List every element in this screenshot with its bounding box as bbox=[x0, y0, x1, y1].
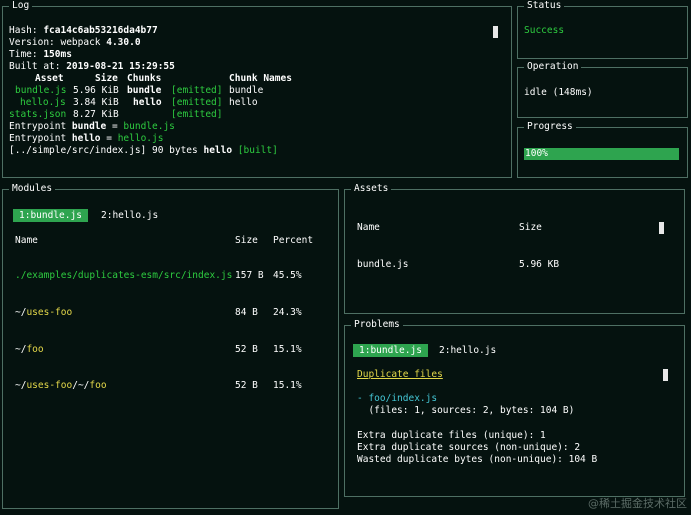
progress-label: 100% bbox=[525, 148, 548, 159]
problems-tab-hello[interactable]: 2:hello.js bbox=[439, 344, 496, 357]
log-built-value: 2019-08-21 15:29:55 bbox=[66, 61, 175, 72]
log-asset-size: 5.96 KiB bbox=[73, 85, 119, 96]
log-asset-name: stats.json bbox=[9, 109, 67, 120]
module-name: ~/uses-foo/~/foo bbox=[15, 380, 107, 391]
problems-summary-line: Extra duplicate sources (non-unique): 2 bbox=[357, 442, 581, 453]
progress-panel: Progress 100% bbox=[517, 121, 688, 178]
problems-scrollbar[interactable] bbox=[663, 369, 668, 381]
log-asset-size: 8.27 KiB bbox=[73, 109, 119, 120]
watermark: @稀土掘金技术社区 bbox=[588, 497, 687, 510]
log-header-chunks: Chunks bbox=[127, 73, 162, 84]
log-asset-size: 3.84 KiB bbox=[73, 97, 119, 108]
log-asset-chunk-names: bundle bbox=[229, 85, 264, 96]
operation-value: idle (148ms) bbox=[524, 87, 593, 98]
modules-header-size: Size bbox=[235, 235, 258, 246]
problems-panel-title: Problems bbox=[351, 319, 403, 331]
log-time-value: 150ms bbox=[43, 49, 72, 60]
module-percent: 45.5% bbox=[273, 270, 302, 281]
progress-panel-title: Progress bbox=[524, 121, 576, 133]
log-module-line: [../simple/src/index.js] 90 bytes hello … bbox=[9, 145, 278, 156]
modules-tab-hello[interactable]: 2:hello.js bbox=[101, 209, 158, 222]
module-name: ~/foo bbox=[15, 344, 44, 355]
module-percent: 15.1% bbox=[273, 344, 302, 355]
problems-heading: Duplicate files bbox=[357, 369, 443, 380]
problems-item-detail: (files: 1, sources: 2, bytes: 104 B) bbox=[357, 405, 575, 416]
assets-panel-title: Assets bbox=[351, 183, 392, 195]
status-panel: Status Success bbox=[517, 0, 688, 59]
log-time-line: Time: 150ms bbox=[9, 49, 72, 60]
log-asset-emitted: [emitted] bbox=[171, 85, 223, 96]
assets-panel: Assets Name Size bundle.js 5.96 KB bbox=[344, 183, 685, 314]
log-header-chunk-names: Chunk Names bbox=[229, 73, 292, 84]
assets-scrollbar[interactable] bbox=[659, 222, 664, 234]
log-header-asset: Asset bbox=[35, 73, 64, 84]
log-entrypoint-bundle: Entrypoint bundle = bundle.js bbox=[9, 121, 175, 132]
module-size: 84 B bbox=[235, 307, 258, 318]
problems-summary-line: Extra duplicate files (unique): 1 bbox=[357, 430, 546, 441]
log-header-size: Size bbox=[95, 73, 118, 84]
status-panel-title: Status bbox=[524, 0, 565, 12]
log-asset-chunks: bundle bbox=[127, 85, 162, 96]
modules-tab-bundle[interactable]: 1:bundle.js bbox=[13, 209, 88, 222]
assets-header-name: Name bbox=[357, 222, 380, 233]
log-asset-chunk-names: hello bbox=[229, 97, 258, 108]
problems-item: - foo/index.js bbox=[357, 393, 438, 404]
log-built-line: Built at: 2019-08-21 15:29:55 bbox=[9, 61, 175, 72]
operation-panel: Operation idle (148ms) bbox=[517, 61, 688, 118]
modules-panel: Modules 1:bundle.js 2:hello.js Name Size… bbox=[2, 183, 339, 509]
module-size: 52 B bbox=[235, 380, 258, 391]
log-asset-name: hello.js bbox=[20, 97, 66, 108]
modules-header-percent: Percent bbox=[273, 235, 314, 246]
module-size: 52 B bbox=[235, 344, 258, 355]
status-value: Success bbox=[524, 25, 565, 36]
log-hash-value: fca14c6ab53216da4b77 bbox=[43, 25, 158, 36]
module-percent: 24.3% bbox=[273, 307, 302, 318]
module-size: 157 B bbox=[235, 270, 264, 281]
module-percent: 15.1% bbox=[273, 380, 302, 391]
log-version-value: 4.30.0 bbox=[106, 37, 141, 48]
log-asset-emitted: [emitted] bbox=[171, 97, 223, 108]
problems-panel: Problems 1:bundle.js 2:hello.js Duplicat… bbox=[344, 319, 685, 497]
modules-header-name: Name bbox=[15, 235, 38, 246]
assets-header-size: Size bbox=[519, 222, 542, 233]
log-version-line: Version: webpack 4.30.0 bbox=[9, 37, 141, 48]
modules-panel-title: Modules bbox=[9, 183, 56, 195]
log-entrypoint-hello: Entrypoint hello = hello.js bbox=[9, 133, 164, 144]
module-name: ~/uses-foo bbox=[15, 307, 73, 318]
log-asset-emitted: [emitted] bbox=[171, 109, 223, 120]
log-scrollbar[interactable] bbox=[493, 26, 498, 38]
module-name: ./examples/duplicates-esm/src/index.js bbox=[15, 270, 233, 281]
problems-summary-line: Wasted duplicate bytes (non-unique): 104… bbox=[357, 454, 598, 465]
asset-size: 5.96 KB bbox=[519, 259, 560, 270]
log-asset-chunks: hello bbox=[133, 97, 162, 108]
log-hash-line: Hash: fca14c6ab53216da4b77 bbox=[9, 25, 158, 36]
problems-tab-bundle[interactable]: 1:bundle.js bbox=[353, 344, 428, 357]
asset-name: bundle.js bbox=[357, 259, 409, 270]
log-panel-title: Log bbox=[9, 0, 33, 12]
log-asset-name: bundle.js bbox=[15, 85, 67, 96]
log-panel: Log Hash: fca14c6ab53216da4b77 Version: … bbox=[2, 0, 512, 178]
operation-panel-title: Operation bbox=[524, 61, 582, 73]
